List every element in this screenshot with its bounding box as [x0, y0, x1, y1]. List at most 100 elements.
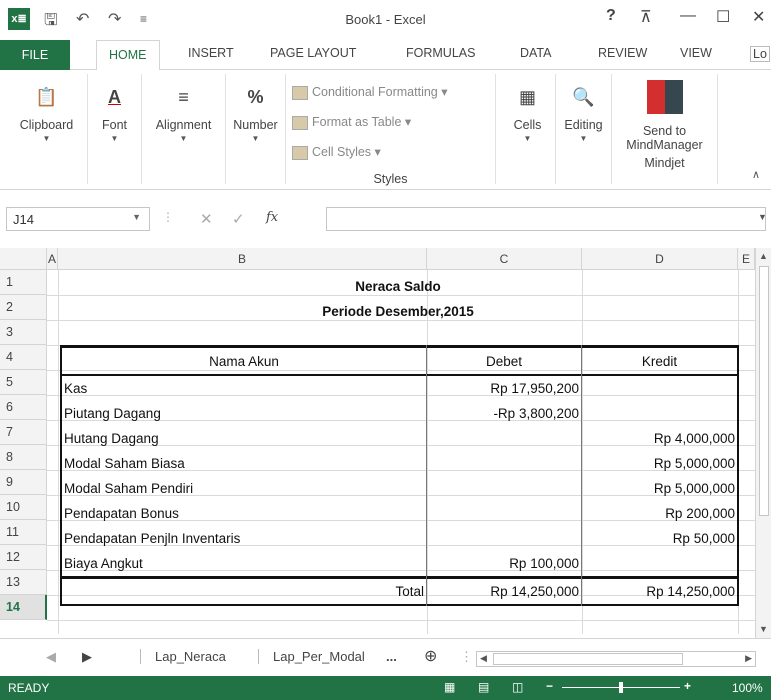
add-sheet-button[interactable]: ⊕: [424, 646, 437, 666]
entry-account[interactable]: Hutang Dagang: [64, 426, 424, 451]
vertical-scrollbar[interactable]: ▲ ▼: [755, 248, 771, 638]
enter-icon[interactable]: ✓: [232, 210, 245, 228]
number-group[interactable]: % Number ▼: [226, 74, 286, 184]
close-button[interactable]: ✕: [752, 7, 765, 27]
prev-sheet-icon[interactable]: ◀: [46, 649, 56, 665]
entry-account[interactable]: Kas: [64, 376, 424, 401]
ribbon-display-options-button[interactable]: ⊼: [640, 7, 652, 27]
entry-credit[interactable]: Rp 200,000: [582, 501, 735, 526]
alignment-group[interactable]: ≡ Alignment ▼: [142, 74, 226, 184]
name-box[interactable]: J14 ▼: [6, 207, 150, 231]
entry-account[interactable]: Pendapatan Bonus: [64, 501, 424, 526]
splitter-icon[interactable]: ⋮: [460, 649, 473, 665]
entry-debit[interactable]: Rp 100,000: [427, 551, 579, 576]
row-header-5[interactable]: 5: [0, 370, 47, 395]
format-as-table-button[interactable]: Format as Table ▾: [292, 114, 411, 130]
entry-account[interactable]: Modal Saham Pendiri: [64, 476, 424, 501]
conditional-formatting-button[interactable]: Conditional Formatting ▾: [292, 84, 448, 100]
zoom-out-button[interactable]: −: [546, 679, 553, 693]
spreadsheet-grid[interactable]: A B C D E 1 2 3 4 5 6 7 8 9 10 11 12 13 14 Neraca Sal…: [0, 248, 771, 638]
chevron-down-icon[interactable]: ▼: [132, 212, 141, 222]
entry-debit[interactable]: -Rp 3,800,200: [427, 401, 579, 426]
horizontal-scroll-thumb[interactable]: [493, 653, 683, 665]
entry-debit[interactable]: [427, 451, 579, 476]
entry-credit[interactable]: Rp 50,000: [582, 526, 735, 551]
row-header-10[interactable]: 10: [0, 495, 47, 520]
select-all-corner[interactable]: [0, 248, 47, 270]
column-header-c[interactable]: C: [427, 248, 582, 270]
row-header-6[interactable]: 6: [0, 395, 47, 420]
row-header-4[interactable]: 4: [0, 345, 47, 370]
column-header-e[interactable]: E: [738, 248, 755, 270]
clipboard-group[interactable]: 📋 Clipboard ▼: [6, 74, 88, 184]
scroll-up-icon[interactable]: ▲: [759, 251, 768, 261]
entry-account[interactable]: Modal Saham Biasa: [64, 451, 424, 476]
column-header-b[interactable]: B: [58, 248, 427, 270]
entry-credit[interactable]: [582, 401, 735, 426]
minimize-button[interactable]: —: [680, 7, 696, 25]
sheet-title[interactable]: Neraca Saldo: [58, 274, 738, 299]
entry-credit[interactable]: Rp 5,000,000: [582, 476, 735, 501]
row-header-12[interactable]: 12: [0, 545, 47, 570]
header-account[interactable]: Nama Akun: [62, 349, 426, 374]
tab-home[interactable]: HOME: [96, 40, 160, 71]
scroll-left-icon[interactable]: ◀: [480, 653, 487, 664]
entry-debit[interactable]: [427, 426, 579, 451]
row-header-9[interactable]: 9: [0, 470, 47, 495]
editing-group[interactable]: 🔍 Editing ▼: [556, 74, 612, 184]
page-layout-view-icon[interactable]: ▤: [478, 680, 489, 694]
total-label[interactable]: Total: [62, 579, 424, 604]
row-header-2[interactable]: 2: [0, 295, 47, 320]
tab-page-layout[interactable]: PAGE LAYOUT: [270, 46, 356, 60]
entry-debit[interactable]: Rp 17,950,200: [427, 376, 579, 401]
insert-function-button[interactable]: fx: [266, 210, 278, 225]
entry-credit[interactable]: [582, 551, 735, 576]
collapse-ribbon-icon[interactable]: ∧: [752, 168, 760, 181]
entry-debit[interactable]: [427, 526, 579, 551]
zoom-slider-thumb[interactable]: [619, 682, 623, 693]
sheet-period[interactable]: Periode Desember,2015: [58, 299, 738, 324]
tab-review[interactable]: REVIEW: [598, 46, 647, 60]
normal-view-icon[interactable]: ▦: [444, 680, 455, 694]
scroll-thumb[interactable]: [759, 266, 769, 516]
maximize-button[interactable]: ☐: [716, 7, 730, 27]
header-credit[interactable]: Kredit: [582, 349, 737, 374]
row-header-3[interactable]: 3: [0, 320, 47, 345]
cancel-icon[interactable]: ✕: [200, 210, 213, 228]
row-header-7[interactable]: 7: [0, 420, 47, 445]
mindjet-group[interactable]: Send to MindManager Mindjet: [612, 74, 718, 184]
tab-view[interactable]: VIEW: [680, 46, 712, 60]
column-header-d[interactable]: D: [582, 248, 738, 270]
page-break-view-icon[interactable]: ◫: [512, 680, 523, 694]
tab-load-test[interactable]: Lo: [750, 46, 770, 62]
cell-styles-button[interactable]: Cell Styles ▾: [292, 144, 381, 160]
tab-formulas[interactable]: FORMULAS: [406, 46, 475, 60]
entry-credit[interactable]: [582, 376, 735, 401]
entry-account[interactable]: Piutang Dagang: [64, 401, 424, 426]
entry-account[interactable]: Pendapatan Penjln Inventaris: [64, 526, 424, 551]
expand-formula-bar-icon[interactable]: ▼: [758, 212, 767, 222]
next-sheet-icon[interactable]: ▶: [82, 649, 92, 665]
horizontal-scrollbar[interactable]: ◀ ▶: [476, 651, 756, 667]
tab-data[interactable]: DATA: [520, 46, 551, 60]
cells-group[interactable]: ▦ Cells ▼: [500, 74, 556, 184]
help-button[interactable]: ?: [606, 7, 616, 25]
sheet-tab-lap-per-modal[interactable]: Lap_Per_Modal: [258, 649, 365, 664]
scroll-down-icon[interactable]: ▼: [759, 624, 768, 634]
formula-input[interactable]: [326, 207, 766, 231]
zoom-in-button[interactable]: +: [684, 679, 691, 693]
scroll-right-icon[interactable]: ▶: [745, 653, 752, 664]
row-header-8[interactable]: 8: [0, 445, 47, 470]
zoom-level[interactable]: 100%: [732, 681, 763, 695]
tab-insert[interactable]: INSERT: [188, 46, 234, 60]
column-header-a[interactable]: A: [47, 248, 58, 270]
row-header-11[interactable]: 11: [0, 520, 47, 545]
entry-credit[interactable]: Rp 4,000,000: [582, 426, 735, 451]
sheet-tab-lap-neraca[interactable]: Lap_Neraca: [140, 649, 226, 664]
entry-credit[interactable]: Rp 5,000,000: [582, 451, 735, 476]
header-debit[interactable]: Debet: [427, 349, 581, 374]
entry-debit[interactable]: [427, 476, 579, 501]
row-header-14[interactable]: 14: [0, 595, 47, 620]
more-sheets-button[interactable]: ...: [386, 649, 397, 664]
row-header-1[interactable]: 1: [0, 270, 47, 295]
